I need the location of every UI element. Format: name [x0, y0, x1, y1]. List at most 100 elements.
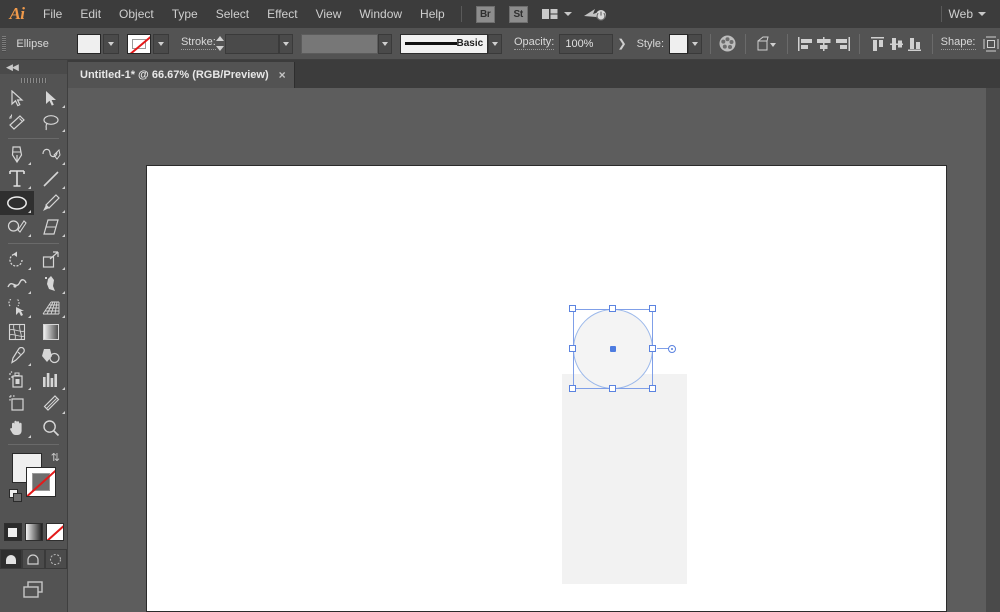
align-left-icon[interactable] [796, 33, 815, 55]
tools-panel-grip[interactable] [0, 74, 67, 86]
rectangle-shape[interactable] [562, 374, 687, 584]
stroke-weight-dropdown[interactable] [279, 34, 293, 54]
vertical-scrollbar[interactable] [986, 88, 1000, 612]
swap-fill-stroke-icon[interactable]: ⇅ [51, 451, 60, 464]
menu-type[interactable]: Type [163, 0, 207, 28]
blend-tool[interactable] [34, 344, 68, 368]
mesh-tool[interactable] [0, 320, 34, 344]
handle-top-center[interactable] [609, 305, 616, 312]
workspace-switcher-label[interactable]: Web [949, 7, 973, 21]
eraser-tool[interactable] [34, 215, 68, 239]
stroke-weight-stepper[interactable] [216, 34, 225, 54]
perspective-grid-tool[interactable] [34, 296, 68, 320]
line-segment-tool[interactable] [34, 167, 68, 191]
handle-top-right[interactable] [649, 305, 656, 312]
stroke-profile-dropdown[interactable] [378, 34, 392, 54]
draw-inside-button[interactable] [45, 549, 67, 569]
opacity-input[interactable]: 100% [559, 34, 613, 54]
graphic-style-swatch[interactable] [669, 34, 688, 54]
stroke-weight-input[interactable] [225, 34, 279, 54]
shape-builder-tool[interactable] [0, 296, 34, 320]
rotation-widget[interactable] [657, 345, 677, 353]
draw-behind-button[interactable] [22, 549, 44, 569]
column-graph-tool[interactable] [34, 368, 68, 392]
chevron-down-icon[interactable] [978, 12, 986, 16]
gradient-tool[interactable] [34, 320, 68, 344]
transform-icon[interactable] [754, 33, 779, 55]
menu-object[interactable]: Object [110, 0, 163, 28]
selection-tool[interactable] [0, 86, 34, 110]
curvature-tool[interactable] [34, 143, 68, 167]
lasso-tool[interactable] [34, 110, 68, 134]
handle-top-left[interactable] [569, 305, 576, 312]
none-mode-button[interactable] [46, 523, 64, 541]
canvas-area[interactable] [68, 88, 1000, 612]
handle-bottom-right[interactable] [649, 385, 656, 392]
width-tool[interactable] [0, 272, 34, 296]
collapse-panel-button[interactable]: ◀◀ [0, 60, 67, 74]
pen-tool[interactable] [0, 143, 34, 167]
align-top-icon[interactable] [868, 33, 887, 55]
align-center-vertical-icon[interactable] [887, 33, 906, 55]
rotate-tool[interactable] [0, 248, 34, 272]
brush-definition-dropdown[interactable] [488, 34, 502, 54]
menu-file[interactable]: File [34, 0, 71, 28]
artboard-tool[interactable] [0, 392, 34, 416]
handle-bottom-center[interactable] [609, 385, 616, 392]
handle-middle-left[interactable] [569, 345, 576, 352]
menu-select[interactable]: Select [207, 0, 258, 28]
tool-divider [8, 243, 59, 244]
menu-edit[interactable]: Edit [71, 0, 110, 28]
default-fill-stroke-icon[interactable] [9, 489, 23, 503]
paintbrush-tool[interactable] [34, 191, 68, 215]
color-mode-button[interactable] [4, 523, 22, 541]
ellipse-tool[interactable] [0, 191, 34, 215]
brush-definition-field[interactable]: Basic [400, 34, 488, 54]
stroke-swatch-dropdown[interactable] [153, 34, 169, 54]
graphic-style-dropdown[interactable] [688, 34, 702, 54]
align-right-icon[interactable] [833, 33, 852, 55]
shape-options-icon[interactable] [982, 33, 1000, 55]
stroke-color-swatch[interactable] [127, 34, 151, 54]
gradient-mode-button[interactable] [25, 523, 43, 541]
symbol-sprayer-tool[interactable] [0, 368, 34, 392]
stock-button[interactable]: St [509, 6, 528, 23]
creative-cloud-icon[interactable] [582, 6, 608, 22]
stroke-profile-input[interactable] [301, 34, 379, 54]
eyedropper-tool[interactable] [0, 344, 34, 368]
artboard[interactable] [146, 165, 947, 612]
direct-selection-tool[interactable] [34, 86, 68, 110]
arrange-documents-icon[interactable] [541, 7, 572, 21]
menu-help[interactable]: Help [411, 0, 454, 28]
menu-effect[interactable]: Effect [258, 0, 306, 28]
change-screen-mode-button[interactable] [0, 579, 67, 601]
scale-tool[interactable] [34, 248, 68, 272]
stroke-color-box[interactable] [26, 467, 56, 497]
handle-middle-right[interactable] [649, 345, 656, 352]
draw-normal-button[interactable] [0, 549, 22, 569]
stroke-weight-label[interactable]: Stroke: [181, 37, 216, 50]
close-icon[interactable]: × [279, 69, 286, 81]
recolor-artwork-icon[interactable] [719, 33, 738, 55]
menu-view[interactable]: View [307, 0, 351, 28]
shaper-tool[interactable] [0, 215, 34, 239]
document-tab[interactable]: Untitled-1* @ 66.67% (RGB/Preview) × [68, 62, 295, 88]
menu-window[interactable]: Window [350, 0, 411, 28]
free-transform-tool[interactable] [34, 272, 68, 296]
type-tool[interactable] [0, 167, 34, 191]
magic-wand-tool[interactable] [0, 110, 34, 134]
fill-swatch-dropdown[interactable] [103, 34, 119, 54]
slice-tool[interactable] [34, 392, 68, 416]
shape-label[interactable]: Shape: [941, 37, 976, 50]
align-bottom-icon[interactable] [905, 33, 924, 55]
handle-bottom-left[interactable] [569, 385, 576, 392]
opacity-options-arrow[interactable]: ❯ [617, 37, 626, 50]
zoom-tool[interactable] [34, 416, 68, 440]
opacity-label[interactable]: Opacity: [514, 37, 554, 50]
hand-tool[interactable] [0, 416, 34, 440]
align-center-horizontal-icon[interactable] [814, 33, 833, 55]
selected-ellipse-group[interactable] [573, 309, 653, 389]
bridge-button[interactable]: Br [476, 6, 495, 23]
fill-color-swatch[interactable] [77, 34, 101, 54]
control-bar-grip[interactable] [0, 28, 8, 60]
